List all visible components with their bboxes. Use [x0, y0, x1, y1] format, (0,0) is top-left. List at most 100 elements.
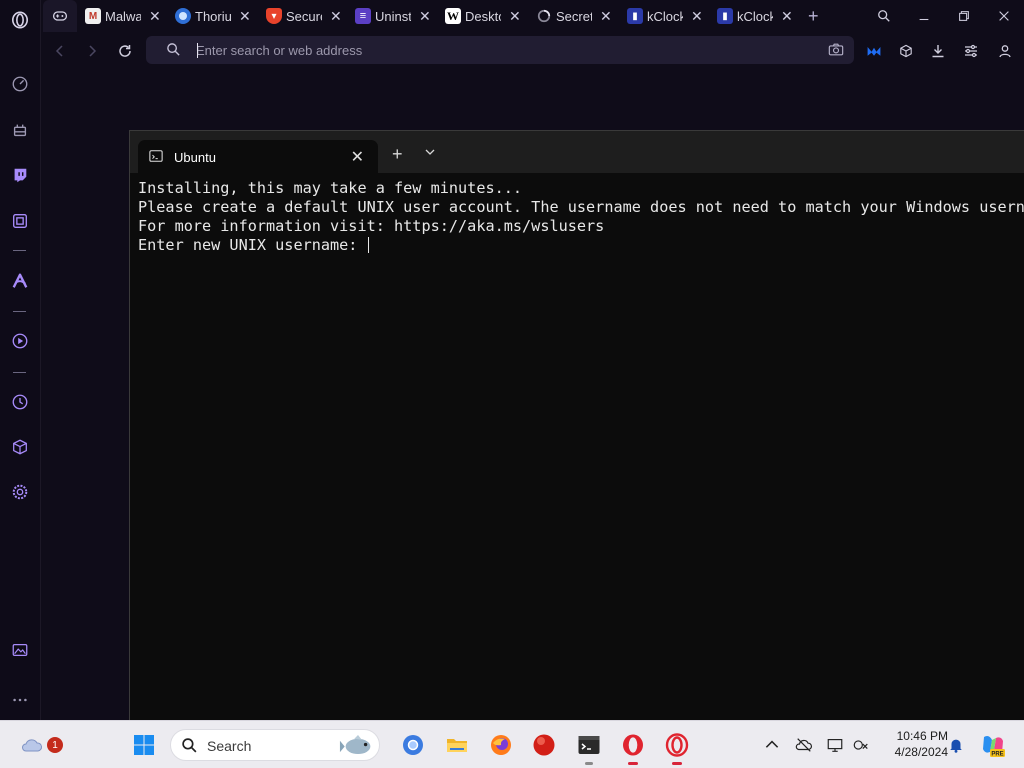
tab-malwarebytes[interactable]: M Malwa ✕ — [85, 0, 161, 32]
browser-toolbar — [41, 32, 1024, 70]
terminal-tab-label: Ubuntu — [174, 150, 216, 165]
settings-gear-icon[interactable] — [8, 480, 32, 504]
tab-thorium[interactable]: Thoriu ✕ — [175, 0, 251, 32]
taskbar-opera-icon[interactable] — [617, 729, 649, 765]
svg-text:PRE: PRE — [991, 752, 1003, 758]
tab-brave-secure[interactable]: ▾ Secure ✕ — [266, 0, 342, 32]
tab-uninstall[interactable]: ≡ Uninst ✕ — [355, 0, 431, 32]
brave-favicon: ▾ — [266, 8, 282, 24]
sidebar-divider — [13, 372, 26, 373]
back-icon[interactable] — [49, 40, 71, 62]
close-icon[interactable]: ✕ — [419, 8, 431, 25]
tab-secret[interactable]: Secret ✕ — [536, 0, 612, 32]
close-icon[interactable]: ✕ — [781, 8, 793, 25]
terminal-window: Ubuntu ✕ + Installing, this may take a f… — [129, 130, 1024, 720]
arc-icon[interactable] — [8, 269, 32, 293]
restore-icon[interactable] — [944, 0, 984, 32]
reload-icon[interactable] — [114, 40, 136, 62]
kclock-favicon: ▮ — [627, 8, 643, 24]
tab-search-icon[interactable] — [864, 0, 904, 32]
extensions-cube-icon[interactable] — [8, 435, 32, 459]
weather-widget-icon[interactable]: 1 — [16, 729, 63, 761]
terminal-prompt-line: Enter new UNIX username: — [138, 236, 367, 254]
new-terminal-tab-button[interactable]: + — [392, 144, 403, 165]
forward-icon[interactable] — [81, 40, 103, 62]
browser-tab-strip: M Malwa ✕ Thoriu ✕ ▾ Secure ✕ ≡ Uninst ✕… — [41, 0, 1024, 32]
close-tab-icon[interactable]: ✕ — [351, 147, 364, 167]
terminal-line: For more information visit: https://aka.… — [138, 217, 605, 235]
clock-time: 10:46 PM — [896, 729, 948, 743]
tab-label: Secret — [556, 8, 592, 24]
tab-kclock-2[interactable]: ▮ kClock ✕ — [717, 0, 793, 32]
terminal-icon — [149, 150, 163, 162]
list-favicon: ≡ — [355, 8, 371, 24]
extensions-icon[interactable] — [895, 40, 917, 62]
speed-dial-icon[interactable] — [8, 72, 32, 96]
close-icon[interactable]: ✕ — [330, 8, 342, 25]
close-window-icon[interactable] — [984, 0, 1024, 32]
tab-label: Uninst — [375, 8, 411, 24]
tab-label: kClock — [737, 8, 773, 24]
tab-kclock-1[interactable]: ▮ kClock ✕ — [627, 0, 703, 32]
download-icon[interactable] — [927, 40, 949, 62]
text-caret — [197, 43, 198, 58]
display-icon[interactable] — [825, 735, 845, 755]
taskbar-red-app-icon[interactable] — [528, 729, 560, 761]
taskbar-terminal-icon[interactable] — [573, 729, 605, 765]
kclock-favicon: ▮ — [717, 8, 733, 24]
history-icon[interactable] — [8, 390, 32, 414]
easy-setup-icon[interactable] — [960, 40, 982, 62]
close-icon[interactable]: ✕ — [509, 8, 521, 25]
start-windows-icon[interactable] — [128, 729, 160, 761]
onedrive-offline-icon[interactable] — [794, 735, 814, 755]
taskbar-file-explorer-icon[interactable] — [441, 729, 473, 761]
notification-bell-icon[interactable] — [946, 735, 966, 755]
terminal-line: Please create a default UNIX user accoun… — [138, 198, 1024, 216]
minimize-icon[interactable] — [904, 0, 944, 32]
network-icon[interactable] — [851, 735, 871, 755]
twitch-icon[interactable] — [8, 163, 32, 187]
tab-desktop-wiki[interactable]: W Deskto ✕ — [445, 0, 521, 32]
system-clock[interactable]: 10:46 PM 4/28/2024 — [880, 728, 948, 760]
terminal-line: Installing, this may take a few minutes.… — [138, 179, 523, 197]
address-bar — [146, 36, 854, 64]
taskbar-opera-gx-icon[interactable] — [661, 729, 693, 765]
chevron-up-icon[interactable] — [762, 735, 782, 755]
chevron-down-icon[interactable] — [423, 145, 437, 159]
malwarebytes-extension-icon[interactable] — [863, 40, 885, 62]
running-indicator — [585, 762, 593, 765]
close-icon[interactable]: ✕ — [600, 8, 612, 25]
close-icon[interactable]: ✕ — [691, 8, 703, 25]
terminal-cursor — [367, 237, 369, 253]
terminal-output[interactable]: Installing, this may take a few minutes.… — [138, 179, 1024, 255]
player-icon[interactable] — [8, 329, 32, 353]
taskbar-search-box[interactable]: Search — [170, 729, 380, 761]
windows-taskbar: 1 Search 10:46 PM 4/28/2024 PRE — [0, 720, 1024, 768]
copilot-pre-icon[interactable]: PRE — [980, 732, 1006, 758]
running-indicator — [672, 762, 682, 765]
discord-icon[interactable] — [8, 209, 32, 233]
new-tab-button[interactable]: + — [808, 0, 819, 32]
address-input[interactable] — [196, 36, 796, 64]
more-dots-icon[interactable] — [8, 688, 32, 712]
terminal-tab-ubuntu[interactable]: Ubuntu ✕ — [138, 140, 378, 173]
opera-sidebar — [0, 0, 41, 720]
close-icon[interactable]: ✕ — [149, 8, 161, 25]
camera-icon[interactable] — [828, 42, 844, 62]
wallpaper-icon[interactable] — [8, 638, 32, 662]
tab-label: Thoriu — [195, 8, 231, 24]
clock-date: 4/28/2024 — [894, 745, 948, 759]
opera-logo-icon[interactable] — [8, 8, 32, 32]
aria-icon[interactable] — [8, 118, 32, 142]
tab-label: Deskto — [465, 8, 501, 24]
taskbar-firefox-icon[interactable] — [485, 729, 517, 761]
search-highlight-fish-icon — [339, 732, 377, 764]
tab-label: kClock — [647, 8, 683, 24]
search-icon — [166, 42, 181, 62]
taskbar-chromium-icon[interactable] — [397, 729, 429, 761]
malwarebytes-favicon: M — [85, 8, 101, 24]
close-icon[interactable]: ✕ — [239, 8, 251, 25]
profile-icon[interactable] — [994, 40, 1016, 62]
tab-gx-corner[interactable] — [43, 0, 77, 32]
sidebar-divider — [13, 250, 26, 251]
